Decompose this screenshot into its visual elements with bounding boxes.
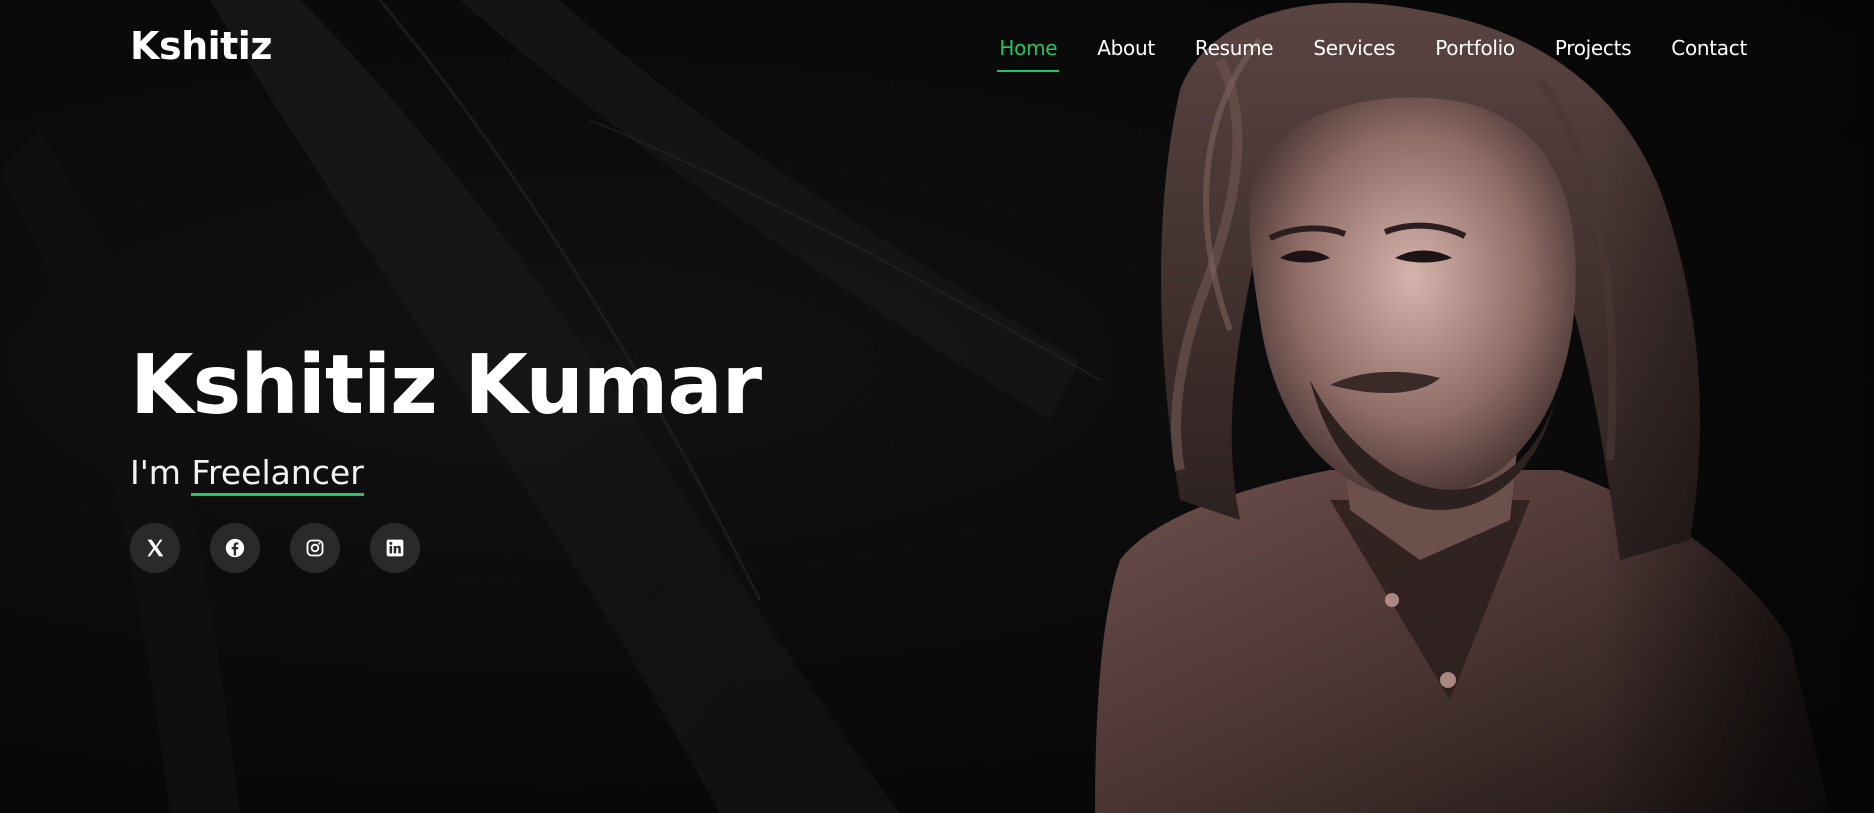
linkedin-link[interactable] (370, 523, 420, 573)
nav-item-services[interactable]: Services (1313, 36, 1395, 60)
instagram-icon (306, 539, 324, 557)
nav-item-label: About (1097, 36, 1155, 60)
nav-item-projects[interactable]: Projects (1554, 36, 1632, 60)
site-logo[interactable]: Kshitiz (130, 24, 272, 68)
facebook-link[interactable] (210, 523, 260, 573)
tagline-role: Freelancer (191, 453, 365, 496)
linkedin-icon (386, 539, 404, 557)
nav-item-label: Contact (1671, 36, 1747, 60)
hero-name: Kshitiz Kumar (130, 338, 762, 433)
hero-tagline: I'm Freelancer (130, 453, 761, 496)
hero-intro: Kshitiz Kumar I'm Freelancer (130, 338, 762, 496)
nav-item-label: Projects (1554, 36, 1632, 60)
nav-item-label: Home (999, 36, 1058, 60)
tagline-prefix: I'm (130, 453, 181, 492)
hero-section: Kshitiz Home About Resume Services Portf… (0, 0, 1874, 813)
nav-item-contact[interactable]: Contact (1671, 36, 1747, 60)
nav-item-about[interactable]: About (1097, 36, 1155, 60)
social-links (130, 523, 450, 573)
nav-item-portfolio[interactable]: Portfolio (1435, 36, 1515, 60)
nav-active-indicator (997, 70, 1060, 72)
facebook-icon (225, 538, 245, 558)
nav-item-home[interactable]: Home (997, 36, 1060, 72)
nav-item-label: Resume (1194, 36, 1274, 60)
x-twitter-icon (147, 539, 164, 557)
nav-item-resume[interactable]: Resume (1194, 36, 1274, 60)
instagram-link[interactable] (290, 523, 340, 573)
nav-item-label: Services (1313, 36, 1396, 60)
nav-item-label: Portfolio (1435, 36, 1515, 60)
x-twitter-link[interactable] (130, 523, 180, 573)
site-header: Kshitiz Home About Resume Services Portf… (0, 0, 1874, 95)
main-nav: Home About Resume Services Portfolio Pro… (959, 36, 1747, 72)
